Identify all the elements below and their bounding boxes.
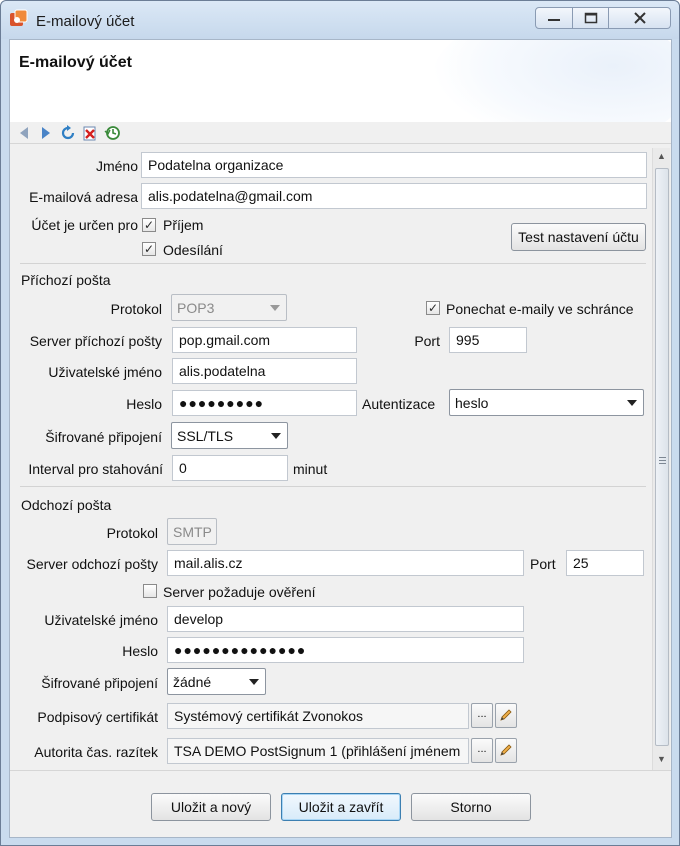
- incoming-password-label: Heslo: [126, 396, 162, 412]
- receive-label: Příjem: [163, 217, 204, 233]
- grip-icon: [659, 457, 666, 466]
- app-icon: [10, 9, 28, 26]
- tsa-browse-button[interactable]: ...: [471, 738, 493, 763]
- scrollbar-thumb[interactable]: [655, 168, 669, 746]
- receive-checkbox[interactable]: ✓: [142, 218, 156, 232]
- incoming-divider: [20, 263, 646, 264]
- send-label: Odesílání: [163, 242, 223, 258]
- close-icon: [633, 12, 646, 24]
- cert-field: Systémový certifikát Zvonokos: [167, 703, 469, 729]
- pencil-icon: [500, 709, 512, 721]
- history-icon[interactable]: [104, 125, 120, 141]
- incoming-user-input[interactable]: alis.podatelna: [172, 358, 357, 384]
- outgoing-port-label: Port: [530, 556, 556, 572]
- arrow-left-icon[interactable]: [16, 125, 32, 141]
- maximize-icon: [584, 12, 597, 24]
- close-button[interactable]: [609, 7, 671, 29]
- outgoing-divider: [20, 486, 646, 487]
- chevron-down-icon: [249, 679, 259, 685]
- incoming-port-label: Port: [414, 333, 440, 349]
- incoming-protocol-label: Protokol: [110, 301, 162, 317]
- arrow-right-icon[interactable]: [38, 125, 54, 141]
- incoming-encryption-label: Šifrované připojení: [45, 429, 162, 445]
- dialog-client-area: E-mailový účet Jméno Podatelna organizac…: [9, 39, 672, 838]
- maximize-button[interactable]: [573, 7, 609, 29]
- pencil-icon: [500, 744, 512, 756]
- auth-select[interactable]: heslo: [449, 389, 644, 416]
- page-title: E-mailový účet: [19, 54, 132, 71]
- outgoing-protocol-label: Protokol: [106, 525, 158, 541]
- incoming-encryption-value: SSL/TLS: [177, 428, 234, 444]
- incoming-section-title: Příchozí pošta: [21, 272, 111, 288]
- tsa-edit-button[interactable]: [495, 738, 517, 763]
- scroll-down-icon[interactable]: ▼: [657, 754, 666, 764]
- keep-emails-label: Ponechat e-maily ve schránce: [446, 301, 634, 317]
- outgoing-port-input[interactable]: 25: [566, 550, 644, 576]
- scroll-up-icon[interactable]: ▲: [657, 151, 666, 161]
- purpose-label: Účet je určen pro: [31, 217, 138, 233]
- minimize-button[interactable]: [535, 7, 573, 29]
- tsa-label: Autorita čas. razítek: [34, 744, 158, 760]
- outgoing-server-input[interactable]: mail.alis.cz: [167, 550, 524, 576]
- minimize-icon: [548, 19, 560, 21]
- cancel-button[interactable]: Storno: [411, 793, 531, 821]
- incoming-encryption-select[interactable]: SSL/TLS: [171, 422, 288, 449]
- outgoing-encryption-select[interactable]: žádné: [167, 668, 266, 695]
- refresh-icon[interactable]: [60, 125, 76, 141]
- vertical-scrollbar[interactable]: ▲ ▼: [652, 148, 670, 770]
- outgoing-user-input[interactable]: develop: [167, 606, 524, 632]
- header-panel: E-mailový účet: [10, 40, 671, 122]
- interval-unit: minut: [293, 461, 328, 477]
- header-decoration: [431, 40, 671, 122]
- email-label: E-mailová adresa: [29, 189, 138, 205]
- outgoing-password-input[interactable]: ●●●●●●●●●●●●●●: [167, 637, 524, 663]
- save-and-new-button[interactable]: Uložit a nový: [151, 793, 271, 821]
- tsa-field: TSA DEMO PostSignum 1 (přihlášení jménem: [167, 738, 469, 764]
- cert-label: Podpisový certifikát: [37, 709, 158, 725]
- chevron-down-icon: [270, 305, 280, 311]
- auth-required-checkbox[interactable]: [143, 584, 157, 598]
- auth-label: Autentizace: [362, 396, 436, 412]
- auth-required-label: Server požaduje ověření: [163, 584, 316, 600]
- incoming-password-input[interactable]: ●●●●●●●●●: [172, 390, 357, 416]
- interval-input[interactable]: 0: [172, 455, 288, 481]
- cert-edit-button[interactable]: [495, 703, 517, 728]
- name-label: Jméno: [95, 158, 138, 174]
- window-title: E-mailový účet: [36, 13, 135, 30]
- incoming-protocol-select: POP3: [171, 294, 287, 321]
- dialog-window: E-mailový účet E-mailový účet Jméno Poda…: [0, 0, 680, 846]
- name-input[interactable]: Podatelna organizace: [141, 152, 647, 178]
- outgoing-encryption-value: žádné: [173, 674, 212, 690]
- outgoing-section-title: Odchozí pošta: [21, 497, 112, 513]
- incoming-protocol-value: POP3: [177, 300, 215, 316]
- send-checkbox[interactable]: ✓: [142, 242, 156, 256]
- email-input[interactable]: alis.podatelna@gmail.com: [141, 183, 647, 209]
- outgoing-password-label: Heslo: [122, 643, 158, 659]
- outgoing-server-label: Server odchozí pošty: [26, 556, 158, 572]
- cert-browse-button[interactable]: ...: [471, 703, 493, 728]
- incoming-server-label: Server příchozí pošty: [29, 333, 162, 349]
- button-bar: Uložit a nový Uložit a zavřít Storno: [10, 770, 671, 837]
- save-and-close-button[interactable]: Uložit a zavřít: [281, 793, 401, 821]
- toolbar: [10, 122, 671, 144]
- outgoing-encryption-label: Šifrované připojení: [41, 675, 158, 691]
- outgoing-user-label: Uživatelské jméno: [44, 612, 158, 628]
- interval-label: Interval pro stahování: [28, 461, 163, 477]
- keep-emails-checkbox[interactable]: ✓: [426, 301, 440, 315]
- chevron-down-icon: [271, 433, 281, 439]
- outgoing-protocol-field: SMTP: [167, 518, 217, 545]
- test-settings-button[interactable]: Test nastavení účtu: [511, 223, 646, 251]
- title-bar[interactable]: E-mailový účet: [1, 1, 679, 39]
- incoming-user-label: Uživatelské jméno: [48, 364, 162, 380]
- incoming-server-input[interactable]: pop.gmail.com: [172, 327, 357, 353]
- form-area: Jméno Podatelna organizace E-mailová adr…: [12, 148, 651, 770]
- auth-value: heslo: [455, 395, 489, 411]
- incoming-port-input[interactable]: 995: [449, 327, 527, 353]
- chevron-down-icon: [627, 400, 637, 406]
- delete-icon[interactable]: [82, 125, 98, 141]
